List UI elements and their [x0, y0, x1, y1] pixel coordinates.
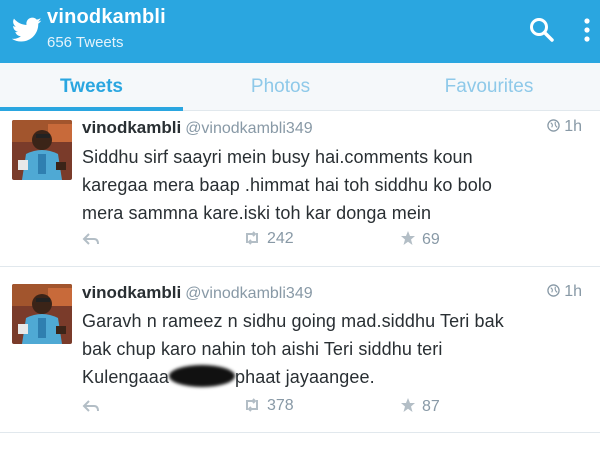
twitter-bird-icon [12, 17, 42, 42]
tweet-line: Garavh n rameez n sidhu going mad.siddhu… [82, 311, 504, 331]
search-icon[interactable] [528, 16, 556, 44]
tab-bar: Tweets Photos Favourites [0, 63, 600, 111]
reply-icon[interactable] [82, 399, 100, 413]
retweet-icon [246, 231, 258, 245]
tweet-count: 656 Tweets [47, 34, 124, 51]
user-display-name[interactable]: vinodkambli @vinodkambli349 [82, 283, 313, 303]
favorite-button[interactable]: 87 [400, 397, 440, 416]
tweet-line: bak chup karo nahin toh aishi Teri siddh… [82, 339, 443, 359]
tab-tweets[interactable]: Tweets [0, 63, 183, 111]
retweet-button[interactable]: 378 [243, 397, 294, 415]
tweet-text: Siddhu sirf saayri mein busy hai.comment… [82, 143, 582, 227]
tab-favourites[interactable]: Favourites [378, 63, 600, 111]
tweet-line: Siddhu sirf saayri mein busy hai.comment… [82, 147, 473, 167]
tweet-item[interactable]: vinodkambli @vinodkambli349 1h Siddhu sir… [0, 111, 600, 267]
globe-icon [547, 284, 560, 297]
user-display-name[interactable]: vinodkambli @vinodkambli349 [82, 118, 313, 138]
star-icon [401, 231, 415, 245]
user-handle[interactable]: @vinodkambli349 [185, 120, 312, 137]
tweet-text-fragment: phaat jayaangee. [234, 367, 375, 387]
retweet-button[interactable]: 242 [243, 230, 294, 248]
app-title: vinodkambli [47, 6, 166, 28]
favorite-count: 87 [422, 398, 440, 415]
tweet-item[interactable]: vinodkambli @vinodkambli349 1h Garavh n r… [0, 267, 600, 433]
retweet-count: 378 [267, 397, 294, 414]
more-vert-icon[interactable] [580, 16, 594, 44]
time-label: 1h [564, 118, 582, 135]
avatar[interactable] [12, 120, 72, 180]
tweet-line: mera sammna kare.iski toh kar donga mein [82, 203, 432, 223]
globe-icon [547, 119, 560, 132]
star-icon [401, 398, 415, 412]
avatar[interactable] [12, 284, 72, 344]
tweet-text-fragment: Kulengaaa [82, 367, 169, 387]
tweet-line: karegaa mera baap .himmat hai toh siddhu… [82, 175, 493, 195]
favorite-count: 69 [422, 231, 440, 248]
time-label: 1h [564, 283, 582, 300]
tweet-line: Kulengaaa phaat jayaangee. [82, 363, 582, 391]
tweet-time: 1h [547, 118, 582, 136]
retweet-icon [246, 398, 258, 412]
user-handle[interactable]: @vinodkambli349 [185, 285, 312, 302]
favorite-button[interactable]: 69 [400, 230, 440, 249]
reply-icon[interactable] [82, 232, 100, 246]
redaction-blur [168, 365, 235, 387]
tweet-text: Garavh n rameez n sidhu going mad.siddhu… [82, 307, 582, 391]
app-header: vinodkambli 656 Tweets [0, 0, 600, 63]
tweet-time: 1h [547, 283, 582, 301]
user-name[interactable]: vinodkambli [82, 283, 181, 302]
user-name[interactable]: vinodkambli [82, 118, 181, 137]
tab-photos[interactable]: Photos [183, 63, 378, 111]
retweet-count: 242 [267, 230, 294, 247]
